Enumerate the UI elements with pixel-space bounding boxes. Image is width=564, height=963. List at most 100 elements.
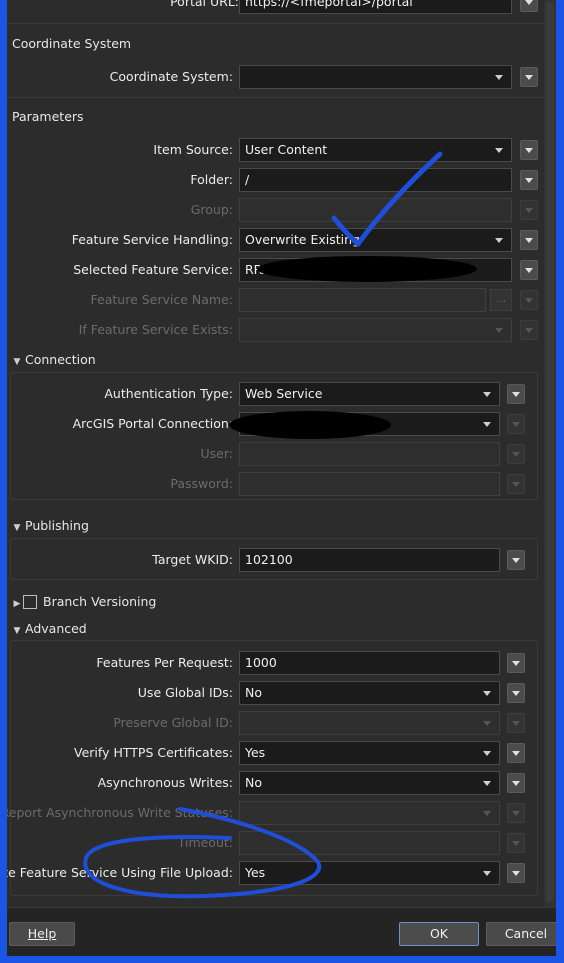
use-global-ids-label: Use Global IDs: (137, 685, 233, 700)
dropdown-arrow-icon (483, 811, 491, 816)
target-wkid-label: Target WKID: (152, 552, 233, 567)
coordinate-system-menu-button[interactable] (520, 67, 538, 87)
redaction-mark (229, 411, 391, 439)
create-using-upload-row: Create Feature Service Using File Upload… (7, 861, 233, 885)
ok-button[interactable]: OK (399, 922, 479, 946)
advanced-section-header[interactable]: ▼ Advanced (9, 618, 87, 640)
timeout-row: Timeout: (7, 831, 233, 855)
preserve-global-id-select (239, 711, 500, 735)
features-per-request-field[interactable]: 1000 (239, 651, 500, 675)
selected-feature-service-menu-button[interactable] (520, 260, 538, 280)
dropdown-arrow-icon (483, 691, 491, 696)
selected-feature-service-label: Selected Feature Service: (73, 262, 233, 277)
coordinate-system-label: Coordinate System: (109, 69, 233, 84)
vertical-scrollbar[interactable] (544, 0, 556, 907)
chevron-down-icon: ▼ (13, 523, 21, 533)
help-button[interactable]: Help (9, 922, 75, 946)
selected-feature-service-row: Selected Feature Service: (7, 258, 233, 282)
use-global-ids-menu-button[interactable] (507, 683, 525, 703)
connection-section-header[interactable]: ▼ Connection (9, 349, 96, 371)
target-wkid-menu-button[interactable] (507, 550, 525, 570)
authentication-type-select[interactable]: Web Service (239, 382, 500, 406)
dropdown-arrow-icon (495, 75, 503, 80)
preserve-global-id-label: Preserve Global ID: (113, 715, 233, 730)
divider (7, 97, 544, 98)
report-async-label: Report Asynchronous Write Statuses: (7, 805, 233, 820)
dropdown-arrow-icon (483, 392, 491, 397)
use-global-ids-select[interactable]: No (239, 681, 500, 705)
branch-versioning-section-header[interactable]: ▶ Branch Versioning (9, 591, 309, 613)
portal-url-row: Portal URL: (7, 0, 239, 14)
user-row: User: (7, 442, 233, 466)
dropdown-arrow-icon (483, 781, 491, 786)
portal-url-label: Portal URL: (170, 0, 239, 9)
timeout-label: Timeout: (177, 835, 233, 850)
async-writes-select[interactable]: No (239, 771, 500, 795)
async-writes-row: Asynchronous Writes: (7, 771, 233, 795)
verify-https-menu-button[interactable] (507, 743, 525, 763)
create-using-upload-menu-button[interactable] (507, 863, 525, 883)
authentication-type-menu-button[interactable] (507, 384, 525, 404)
feature-service-handling-row: Feature Service Handling: (7, 228, 233, 252)
create-using-upload-select[interactable]: Yes (239, 861, 500, 885)
authentication-type-row: Authentication Type: (7, 382, 233, 406)
redaction-mark (257, 256, 477, 282)
if-feature-service-exists-label: If Feature Service Exists: (78, 322, 233, 337)
dialog-footer: Help OK Cancel (7, 907, 556, 956)
scrollbar-thumb[interactable] (546, 2, 554, 902)
portal-connection-row: ArcGIS Portal Connection: (7, 412, 233, 436)
verify-https-select[interactable]: Yes (239, 741, 500, 765)
chevron-down-icon: ▼ (13, 357, 21, 367)
feature-service-name-label: Feature Service Name: (90, 292, 233, 307)
feature-service-handling-menu-button[interactable] (520, 230, 538, 250)
if-feature-service-exists-select (239, 318, 512, 342)
dropdown-arrow-icon (483, 751, 491, 756)
coordinate-system-row: Coordinate System: (7, 65, 233, 89)
features-per-request-menu-button[interactable] (507, 653, 525, 673)
folder-menu-button[interactable] (520, 170, 538, 190)
async-writes-menu-button[interactable] (507, 773, 525, 793)
dropdown-arrow-icon (495, 328, 503, 333)
folder-label: Folder: (190, 172, 233, 187)
preserve-global-id-menu-button (507, 713, 525, 733)
user-field (239, 442, 500, 466)
user-menu-button (507, 444, 525, 464)
item-source-select[interactable]: User Content (239, 138, 512, 162)
dropdown-arrow-icon (483, 422, 491, 427)
publishing-section-header[interactable]: ▼ Publishing (9, 515, 89, 537)
coordinate-system-section-header: Coordinate System (12, 33, 132, 55)
dropdown-arrow-icon (483, 721, 491, 726)
timeout-menu-button (507, 833, 525, 853)
target-wkid-row: Target WKID: (7, 548, 233, 572)
item-source-menu-button[interactable] (520, 140, 538, 160)
writer-parameters-dialog: Portal URL: https://<fmeportal>/portal C… (7, 0, 556, 956)
dropdown-arrow-icon (483, 871, 491, 876)
report-async-row: Report Asynchronous Write Statuses: (7, 801, 233, 825)
item-source-label: Item Source: (153, 142, 233, 157)
password-row: Password: (7, 472, 233, 496)
feature-service-name-menu-button (520, 290, 538, 310)
group-row: Group: (7, 198, 233, 222)
divider (7, 23, 544, 24)
branch-versioning-checkbox[interactable] (23, 595, 37, 609)
portal-url-menu-button[interactable] (520, 0, 538, 12)
feature-service-handling-select[interactable]: Overwrite Existing (239, 228, 512, 252)
feature-service-handling-label: Feature Service Handling: (71, 232, 233, 247)
browse-ellipsis-button: ... (490, 289, 512, 311)
portal-connection-menu-button (507, 414, 525, 434)
features-per-request-label: Features Per Request: (96, 655, 233, 670)
report-async-menu-button (507, 803, 525, 823)
dropdown-arrow-icon (495, 238, 503, 243)
feature-service-name-row: Feature Service Name: (7, 288, 233, 312)
target-wkid-field[interactable]: 102100 (239, 548, 500, 572)
report-async-select (239, 801, 500, 825)
cancel-button[interactable]: Cancel (486, 922, 556, 946)
folder-field[interactable]: / (239, 168, 512, 192)
group-field (239, 198, 512, 222)
portal-connection-label: ArcGIS Portal Connection: (72, 416, 233, 431)
portal-url-field[interactable]: https://<fmeportal>/portal (239, 0, 512, 14)
advanced-group (10, 640, 538, 896)
coordinate-system-select[interactable] (239, 65, 512, 89)
use-global-ids-row: Use Global IDs: (7, 681, 233, 705)
chevron-down-icon: ▼ (13, 626, 21, 636)
